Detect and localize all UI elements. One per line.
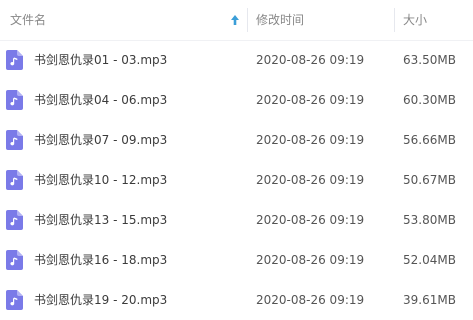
music-file-icon — [6, 50, 23, 70]
music-file-icon — [6, 90, 23, 110]
arrow-up-icon[interactable] — [230, 14, 240, 26]
music-file-icon — [6, 170, 23, 190]
file-modified-time: 2020-08-26 09:19 — [256, 253, 365, 267]
column-header-size[interactable]: 大小 — [394, 0, 473, 40]
file-row[interactable]: 书剑恩仇录01 - 03.mp3 2020-08-26 09:19 63.50M… — [0, 40, 473, 80]
file-size: 63.50MB — [403, 53, 456, 67]
file-size: 56.66MB — [403, 133, 456, 147]
file-size: 50.67MB — [403, 173, 456, 187]
column-header-name-label: 文件名 — [10, 13, 47, 27]
file-list: 文件名 修改时间 大小 书剑恩仇录01 - 03.mp3 2020-08-26 … — [0, 0, 473, 313]
file-row[interactable]: 书剑恩仇录16 - 18.mp3 2020-08-26 09:19 52.04M… — [0, 240, 473, 280]
file-size: 60.30MB — [403, 93, 456, 107]
column-header-name[interactable]: 文件名 — [0, 0, 247, 40]
file-modified-time: 2020-08-26 09:19 — [256, 93, 365, 107]
file-modified-time: 2020-08-26 09:19 — [256, 213, 365, 227]
file-row[interactable]: 书剑恩仇录19 - 20.mp3 2020-08-26 09:19 39.61M… — [0, 280, 473, 320]
file-modified-time: 2020-08-26 09:19 — [256, 133, 365, 147]
file-modified-time: 2020-08-26 09:19 — [256, 173, 365, 187]
file-modified-time: 2020-08-26 09:19 — [256, 293, 365, 307]
file-row[interactable]: 书剑恩仇录07 - 09.mp3 2020-08-26 09:19 56.66M… — [0, 120, 473, 160]
file-rows: 书剑恩仇录01 - 03.mp3 2020-08-26 09:19 63.50M… — [0, 40, 473, 320]
music-file-icon — [6, 250, 23, 270]
column-header-date[interactable]: 修改时间 — [247, 0, 394, 40]
file-name[interactable]: 书剑恩仇录19 - 20.mp3 — [34, 280, 167, 320]
file-size: 39.61MB — [403, 293, 456, 307]
file-name[interactable]: 书剑恩仇录01 - 03.mp3 — [34, 40, 167, 80]
file-name[interactable]: 书剑恩仇录10 - 12.mp3 — [34, 160, 167, 200]
column-header-size-label: 大小 — [403, 13, 428, 27]
music-file-icon — [6, 130, 23, 150]
file-row[interactable]: 书剑恩仇录10 - 12.mp3 2020-08-26 09:19 50.67M… — [0, 160, 473, 200]
file-row[interactable]: 书剑恩仇录04 - 06.mp3 2020-08-26 09:19 60.30M… — [0, 80, 473, 120]
file-size: 52.04MB — [403, 253, 456, 267]
file-name[interactable]: 书剑恩仇录13 - 15.mp3 — [34, 200, 167, 240]
file-modified-time: 2020-08-26 09:19 — [256, 53, 365, 67]
file-name[interactable]: 书剑恩仇录16 - 18.mp3 — [34, 240, 167, 280]
column-header-bar: 文件名 修改时间 大小 — [0, 0, 473, 41]
file-name[interactable]: 书剑恩仇录07 - 09.mp3 — [34, 120, 167, 160]
file-name[interactable]: 书剑恩仇录04 - 06.mp3 — [34, 80, 167, 120]
file-size: 53.80MB — [403, 213, 456, 227]
file-row[interactable]: 书剑恩仇录13 - 15.mp3 2020-08-26 09:19 53.80M… — [0, 200, 473, 240]
music-file-icon — [6, 290, 23, 310]
music-file-icon — [6, 210, 23, 230]
column-header-date-label: 修改时间 — [256, 13, 305, 27]
